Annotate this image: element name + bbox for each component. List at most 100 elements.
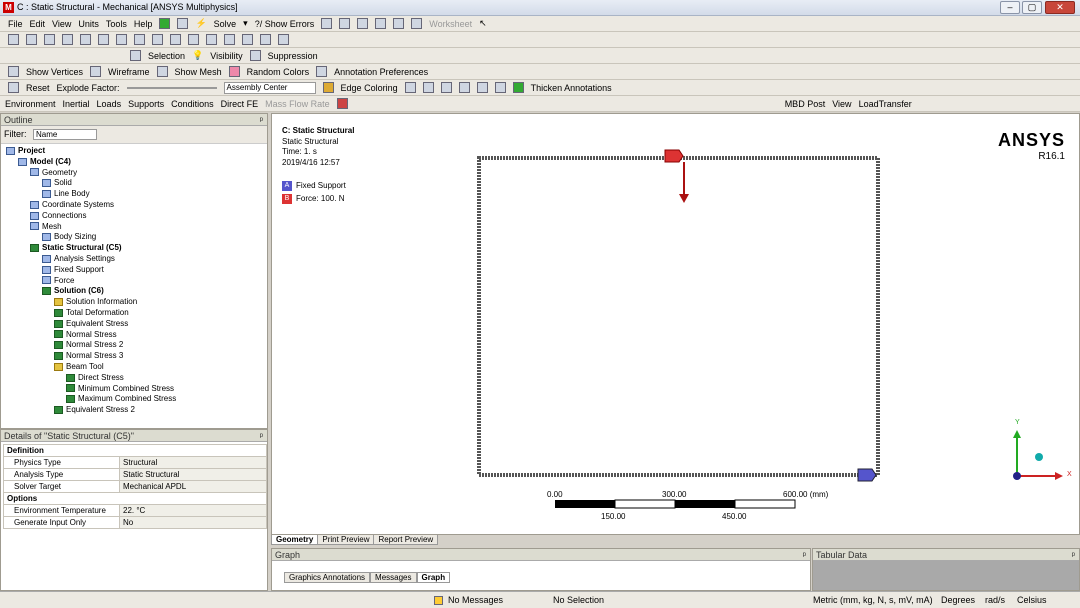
tree-item[interactable]: Model (C4)	[0, 157, 267, 168]
model-canvas[interactable]	[272, 114, 1080, 536]
explode-slider[interactable]	[126, 86, 217, 89]
details-row[interactable]: Analysis Type Static Structural	[3, 468, 267, 481]
edge-coloring-button[interactable]: Edge Coloring	[341, 83, 398, 93]
tree-item[interactable]: Line Body	[0, 189, 267, 200]
details-row[interactable]: Physics Type Structural	[3, 456, 267, 469]
tree-item[interactable]: Analysis Settings	[0, 254, 267, 265]
direct-fe-button[interactable]: Direct FE	[221, 99, 259, 109]
tree-item[interactable]: Beam Tool	[0, 362, 267, 373]
edge-select-icon[interactable]	[44, 34, 55, 45]
tree-item[interactable]: Equivalent Stress 2	[0, 405, 267, 416]
tab-graph[interactable]: Graph	[416, 572, 451, 583]
show-mesh-icon[interactable]	[156, 66, 168, 77]
tree-item[interactable]: Force	[0, 276, 267, 287]
tree-item[interactable]: Project	[0, 146, 267, 157]
maximize-button[interactable]: ▢	[1022, 1, 1042, 14]
suppression-icon[interactable]	[249, 50, 261, 61]
selection-button[interactable]: Selection	[148, 51, 185, 61]
check-icon[interactable]	[159, 18, 171, 29]
solve-dropdown-icon[interactable]: ▾	[243, 18, 248, 29]
tree-item[interactable]: Maximum Combined Stress	[0, 394, 267, 405]
visibility-button[interactable]: Visibility	[210, 51, 242, 61]
tree-item[interactable]: Normal Stress	[0, 330, 267, 341]
edge-style-3-icon[interactable]	[440, 82, 452, 93]
menu-file[interactable]: File	[8, 19, 23, 29]
image-icon[interactable]	[411, 18, 423, 29]
previous-view-icon[interactable]	[224, 34, 235, 45]
annotation-prefs-icon[interactable]	[316, 66, 328, 77]
tree-item[interactable]: Solution (C6)	[0, 286, 267, 297]
status-degrees[interactable]: Degrees	[941, 595, 975, 605]
tree-item[interactable]: Coordinate Systems	[0, 200, 267, 211]
force-marker-b[interactable]	[664, 149, 684, 163]
show-mesh-button[interactable]: Show Mesh	[175, 67, 222, 77]
details-section-header[interactable]: Definition	[3, 444, 267, 457]
wireframe-button[interactable]: Wireframe	[108, 67, 150, 77]
filter-select[interactable]: Name	[33, 129, 98, 140]
rotate-icon[interactable]	[116, 34, 127, 45]
details-section-header[interactable]: Options	[3, 492, 267, 505]
cursor-icon[interactable]: ↖	[479, 18, 487, 29]
menu-help[interactable]: Help	[134, 19, 153, 29]
show-vertices-button[interactable]: Show Vertices	[26, 67, 83, 77]
tree-item[interactable]: Equivalent Stress	[0, 319, 267, 330]
details-value[interactable]: Mechanical APDL	[119, 480, 267, 493]
outline-pin-icon[interactable]: ᵖ	[260, 114, 263, 126]
table-icon[interactable]	[321, 18, 333, 29]
status-rads[interactable]: rad/s	[985, 595, 1005, 605]
show-errors-button[interactable]: ?/ Show Errors	[255, 19, 315, 29]
menu-units[interactable]: Units	[78, 19, 99, 29]
show-vertices-icon[interactable]	[8, 66, 19, 77]
details-pin-icon[interactable]: ᵖ	[260, 430, 263, 442]
tree-item[interactable]: Solution Information	[0, 297, 267, 308]
extend-select-icon[interactable]	[98, 34, 109, 45]
tree-item[interactable]: Geometry	[0, 168, 267, 179]
graph-pin-icon[interactable]: ᵖ	[803, 549, 806, 561]
worksheet-button[interactable]: Worksheet	[429, 19, 472, 29]
status-units[interactable]: Metric (mm, kg, N, s, mV, mA)	[813, 595, 933, 605]
commands-icon[interactable]	[336, 98, 348, 109]
mass-flow-rate-button[interactable]: Mass Flow Rate	[265, 99, 330, 109]
edge-coloring-icon[interactable]	[322, 82, 334, 93]
thicken-annotations-button[interactable]: Thicken Annotations	[531, 83, 612, 93]
random-colors-icon[interactable]	[228, 66, 240, 77]
menu-tools[interactable]: Tools	[106, 19, 127, 29]
edge-style-5-icon[interactable]	[476, 82, 488, 93]
tree-item[interactable]: Direct Stress	[0, 373, 267, 384]
mbd-post-button[interactable]: MBD Post	[785, 99, 826, 109]
thicken-annotations-icon[interactable]	[512, 82, 524, 93]
vertex-select-icon[interactable]	[26, 34, 37, 45]
solve-icon[interactable]: ⚡	[195, 18, 206, 29]
tree-item[interactable]: Normal Stress 2	[0, 340, 267, 351]
box-zoom-icon[interactable]	[170, 34, 181, 45]
details-value[interactable]: No	[119, 516, 267, 529]
details-value[interactable]: Structural	[119, 456, 267, 469]
selection-icon[interactable]	[130, 50, 141, 61]
iso-view-icon[interactable]	[260, 34, 271, 45]
loads-button[interactable]: Loads	[97, 99, 122, 109]
tree-item[interactable]: Total Deformation	[0, 308, 267, 319]
clock-icon[interactable]	[357, 18, 369, 29]
tree-item[interactable]: Body Sizing	[0, 232, 267, 243]
details-value[interactable]: 22. °C	[119, 504, 267, 517]
viewport-icon[interactable]	[278, 34, 289, 45]
tab-graphics-annotations[interactable]: Graphics Annotations	[284, 572, 371, 583]
tree-item[interactable]: Mesh	[0, 222, 267, 233]
load-transfer-button[interactable]: LoadTransfer	[859, 99, 912, 109]
inertial-button[interactable]: Inertial	[63, 99, 90, 109]
tree-item[interactable]: Connections	[0, 211, 267, 222]
assembly-center-select[interactable]: Assembly Center	[223, 81, 316, 94]
zoom-fit-icon[interactable]	[188, 34, 199, 45]
fixed-support-marker-a[interactable]	[857, 468, 877, 482]
rescale-icon[interactable]	[177, 18, 189, 29]
scope-icon[interactable]	[375, 18, 387, 29]
graphics-viewport[interactable]: C: Static Structural Static Structural T…	[271, 113, 1080, 535]
body-select-icon[interactable]	[80, 34, 91, 45]
suppression-button[interactable]: Suppression	[268, 51, 318, 61]
reset-button[interactable]: Reset	[26, 83, 50, 93]
text-icon[interactable]	[393, 18, 405, 29]
tree-item[interactable]: Static Structural (C5)	[0, 243, 267, 254]
pin-icon[interactable]	[494, 82, 506, 93]
chart-icon[interactable]	[339, 18, 351, 29]
status-celsius[interactable]: Celsius	[1017, 595, 1047, 605]
